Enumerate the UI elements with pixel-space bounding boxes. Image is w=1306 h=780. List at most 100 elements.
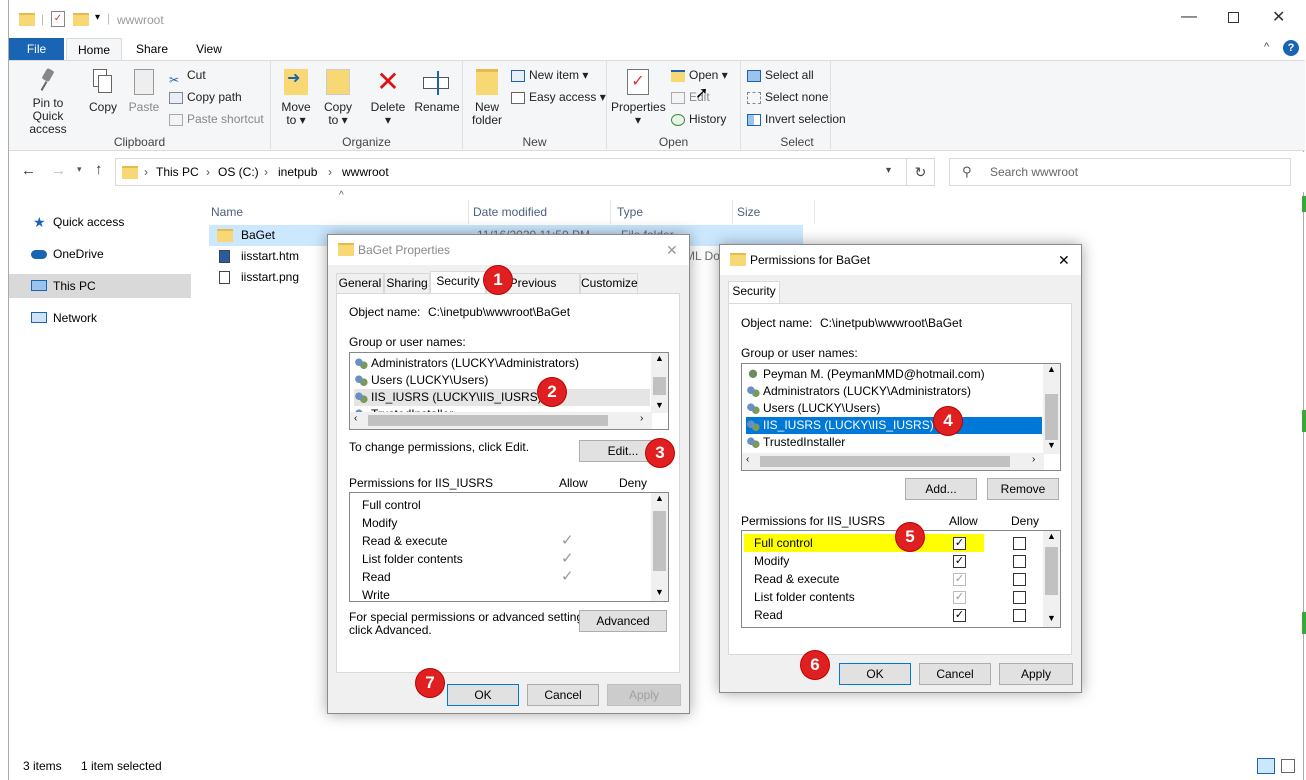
close-icon[interactable]: ✕: [1272, 7, 1285, 27]
properties-qat-icon[interactable]: ✓: [51, 11, 65, 27]
remove-button[interactable]: Remove: [987, 478, 1059, 500]
read-allow-checkbox[interactable]: ✓: [953, 609, 966, 622]
easy-access-button[interactable]: Easy access ▾: [511, 87, 606, 107]
ok-button[interactable]: OK: [839, 663, 911, 685]
back-icon[interactable]: ←: [21, 162, 36, 179]
column-size[interactable]: Size: [737, 200, 815, 224]
nav-quick-access[interactable]: ★ Quick access: [9, 210, 191, 234]
write-allow-checkbox[interactable]: [953, 627, 966, 628]
select-none-button[interactable]: Select none: [747, 87, 828, 107]
new-item-button[interactable]: New item ▾: [511, 65, 588, 85]
full-control-deny-checkbox[interactable]: [1013, 537, 1026, 550]
apply-button[interactable]: Apply: [999, 663, 1073, 685]
open-button[interactable]: Open ▾: [671, 65, 728, 85]
properties-button[interactable]: ✓ Properties ▾: [611, 69, 666, 127]
close-icon[interactable]: ✕: [666, 235, 678, 265]
user-list-hscroll[interactable]: ‹ ›: [742, 453, 1044, 470]
refresh-icon[interactable]: ↻: [907, 158, 935, 186]
forward-icon[interactable]: →: [51, 162, 66, 179]
tab-share[interactable]: Share: [127, 38, 177, 60]
permissions-vscroll[interactable]: ▲ ▼: [651, 493, 668, 601]
user-list-vscroll[interactable]: ▲ ▼: [651, 353, 668, 413]
help-icon[interactable]: ?: [1283, 40, 1299, 56]
group-label: Group or user names:: [349, 335, 466, 349]
search-input[interactable]: ⚲ Search wwwroot: [949, 158, 1291, 186]
tab-security[interactable]: Security: [728, 281, 780, 303]
add-button[interactable]: Add...: [905, 478, 977, 500]
new-folder-qat-icon[interactable]: [73, 13, 89, 26]
select-none-icon: [747, 91, 761, 104]
tab-sharing[interactable]: Sharing: [384, 273, 430, 293]
breadcrumb-this-pc[interactable]: This PC: [156, 165, 199, 179]
tab-customize[interactable]: Customize: [580, 273, 638, 293]
object-name-value: C:\inetpub\wwwroot\BaGet: [428, 305, 571, 319]
maximize-icon[interactable]: [1228, 12, 1239, 23]
paste-button[interactable]: Paste: [125, 69, 163, 114]
advanced-button[interactable]: Advanced: [579, 610, 667, 632]
new-folder-button[interactable]: New folder: [467, 69, 507, 127]
tab-security[interactable]: Security: [430, 271, 486, 293]
list-item[interactable]: TrustedInstaller: [746, 434, 1042, 451]
select-all-button[interactable]: Select all: [747, 65, 814, 85]
list-item[interactable]: Users (LUCKY\Users): [746, 400, 1042, 417]
user-list-vscroll[interactable]: ▲ ▼: [1043, 364, 1060, 454]
invert-selection-button[interactable]: Invert selection: [747, 109, 846, 129]
list-folder-deny-checkbox[interactable]: [1013, 591, 1026, 604]
nav-onedrive[interactable]: OneDrive: [9, 242, 191, 266]
history-button[interactable]: History: [671, 109, 726, 129]
copy-path-button[interactable]: Copy path: [169, 87, 242, 107]
full-control-allow-checkbox[interactable]: ✓: [953, 537, 966, 550]
column-date-modified[interactable]: Date modified: [473, 200, 611, 224]
user-list-hscroll[interactable]: ‹ ›: [350, 412, 652, 429]
tab-view[interactable]: View: [184, 38, 234, 60]
list-item[interactable]: Administrators (LUCKY\Administrators): [746, 383, 1042, 400]
list-item[interactable]: Peyman M. (PeymanMMD@hotmail.com): [746, 366, 1042, 383]
modify-deny-checkbox[interactable]: [1013, 555, 1026, 568]
address-box[interactable]: › This PC › OS (C:) › inetpub › wwwroot …: [115, 158, 907, 186]
list-item[interactable]: IIS_IUSRS (LUCKY\IIS_IUSRS): [746, 417, 1042, 434]
read-execute-deny-checkbox[interactable]: [1013, 573, 1026, 586]
details-view-icon[interactable]: [1257, 758, 1275, 774]
list-item[interactable]: Users (LUCKY\Users): [354, 372, 650, 389]
apply-button[interactable]: Apply: [607, 684, 681, 706]
read-execute-allow-checkbox[interactable]: ✓: [953, 573, 966, 586]
tab-home[interactable]: Home: [66, 38, 122, 61]
address-dropdown-icon[interactable]: ▾: [886, 165, 891, 176]
large-icons-view-icon[interactable]: [1281, 759, 1295, 773]
ok-button[interactable]: OK: [447, 684, 519, 706]
breadcrumb-inetpub[interactable]: inetpub: [278, 165, 317, 179]
user-list[interactable]: Administrators (LUCKY\Administrators) Us…: [349, 352, 669, 430]
list-folder-allow-checkbox[interactable]: ✓: [953, 591, 966, 604]
rename-button[interactable]: Rename: [413, 69, 461, 114]
cut-button[interactable]: ✂ Cut: [169, 65, 206, 87]
pin-quick-access-button[interactable]: Pin to Quick access: [13, 67, 83, 136]
close-icon[interactable]: ✕: [1058, 245, 1070, 275]
recent-locations-icon[interactable]: ▾: [77, 164, 82, 175]
column-type[interactable]: Type: [617, 200, 733, 224]
write-deny-checkbox[interactable]: [1013, 627, 1026, 628]
breadcrumb-wwwroot[interactable]: wwwroot: [342, 165, 389, 179]
tab-file[interactable]: File: [9, 38, 64, 60]
up-icon[interactable]: ↑: [95, 161, 103, 178]
delete-button[interactable]: ✕ Delete ▾: [367, 68, 409, 127]
ribbon-collapse-icon[interactable]: ^: [1264, 41, 1269, 53]
move-to-button[interactable]: ➜ Move to ▾: [277, 69, 315, 127]
nav-this-pc[interactable]: This PC: [9, 274, 191, 298]
copy-to-button[interactable]: Copy to ▾: [319, 69, 357, 127]
cancel-button[interactable]: Cancel: [527, 684, 599, 706]
read-deny-checkbox[interactable]: [1013, 609, 1026, 622]
list-item[interactable]: IIS_IUSRS (LUCKY\IIS_IUSRS): [354, 389, 650, 406]
tab-general[interactable]: General: [336, 273, 384, 293]
breadcrumb-os-c[interactable]: OS (C:): [218, 165, 259, 179]
modify-allow-checkbox[interactable]: ✓: [953, 555, 966, 568]
cancel-button[interactable]: Cancel: [919, 663, 991, 685]
list-item[interactable]: Administrators (LUCKY\Administrators): [354, 355, 650, 372]
column-name[interactable]: Name: [211, 200, 469, 224]
nav-network[interactable]: Network: [9, 306, 191, 330]
copy-button[interactable]: Copy: [85, 69, 121, 114]
paste-shortcut-button[interactable]: Paste shortcut: [169, 109, 264, 129]
permissions-vscroll[interactable]: ▲ ▼: [1043, 531, 1060, 627]
minimize-icon[interactable]: —: [1181, 8, 1197, 26]
user-list[interactable]: Peyman M. (PeymanMMD@hotmail.com) Admini…: [741, 363, 1061, 471]
qat-dropdown-icon[interactable]: ▾: [95, 12, 100, 23]
